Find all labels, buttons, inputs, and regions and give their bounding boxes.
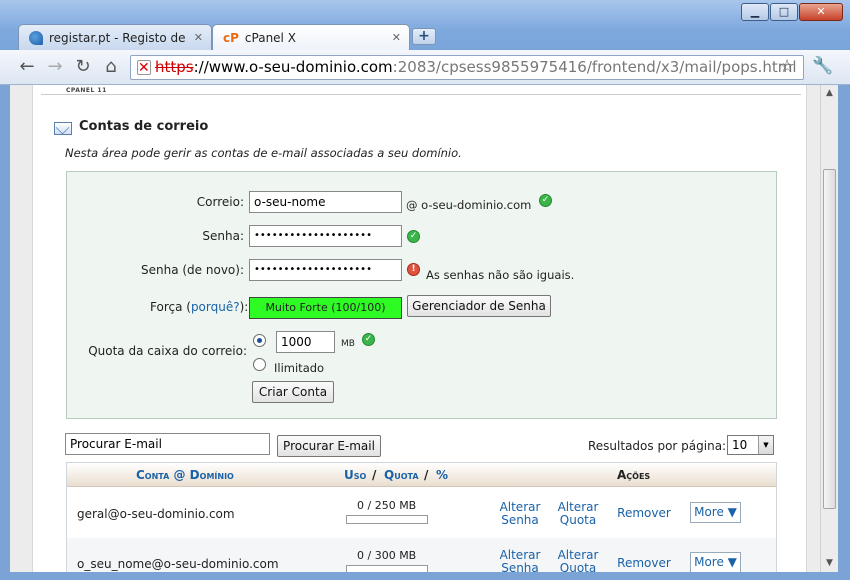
email-valid-check-icon: ✓: [539, 194, 552, 207]
new-tab-button[interactable]: +: [412, 28, 436, 45]
url-scheme: https: [155, 58, 194, 76]
broken-lock-icon: [137, 57, 151, 79]
url-path: :2083/cpsess9855975416/frontend/x3/mail/…: [392, 58, 797, 76]
quota-label: Quota da caixa do correio:: [88, 344, 247, 358]
usage-text: 0 / 250 MB: [357, 499, 417, 512]
table-header: Conta @ Domínio Uso / Quota / % Ações: [67, 463, 776, 487]
window-frame-bottom: [0, 572, 850, 580]
header-actions: Ações: [617, 468, 651, 482]
password-valid-check-icon: ✓: [407, 230, 420, 243]
usage-bar: [346, 515, 428, 524]
header-separator: /: [424, 468, 429, 482]
home-icon[interactable]: ⌂: [100, 56, 122, 78]
add-account-form: Correio: o-seu-nome @ o-seu-dominio.com …: [66, 171, 777, 419]
strength-label-suffix: ):: [239, 300, 249, 314]
password-strength-meter: Muito Forte (100/100): [249, 297, 402, 319]
accounts-table: Conta @ Domínio Uso / Quota / % Ações ge…: [66, 462, 777, 572]
account-email: o_seu_nome@o-seu-dominio.com: [77, 557, 279, 571]
tab-registar[interactable]: registar.pt - Registo de Dom ✕: [18, 24, 212, 50]
cpanel-brand: CPANEL 11: [66, 87, 107, 94]
tab-cpanel[interactable]: cP cPanel X ✕: [212, 24, 410, 50]
reload-icon[interactable]: ↻: [72, 56, 94, 78]
envelope-icon: [54, 122, 72, 135]
maximize-button[interactable]: □: [770, 3, 798, 21]
dropdown-arrow-icon: ▼: [758, 436, 773, 454]
minimize-button[interactable]: ▁: [741, 3, 769, 21]
scroll-down-arrow-icon[interactable]: ▼: [821, 555, 838, 572]
results-per-page-value: 10: [732, 438, 748, 452]
cpanel-favicon-icon: cP: [223, 30, 239, 45]
window-titlebar: ▁ □ ✕ registar.pt - Registo de Dom ✕ cP …: [0, 0, 850, 50]
quota-input[interactable]: 1000: [276, 331, 335, 353]
strength-why-link[interactable]: porquê?: [191, 300, 240, 314]
email-label: Correio:: [196, 195, 244, 209]
create-account-button[interactable]: Criar Conta: [252, 381, 334, 403]
quota-unlimited-radio[interactable]: [253, 358, 266, 371]
strength-label: Força (porquê?):: [150, 300, 248, 314]
domain-suffix: @ o-seu-dominio.com: [406, 198, 532, 212]
registar-favicon-icon: [29, 30, 43, 45]
page-description: Nesta área pode gerir as contas de e-mai…: [65, 146, 462, 160]
close-tab-icon[interactable]: ✕: [194, 31, 203, 44]
quota-limited-radio[interactable]: [253, 334, 266, 347]
cpanel-page: CPANEL 11 Contas de correio Nesta área p…: [32, 85, 807, 572]
search-email-input[interactable]: Procurar E-mail: [65, 433, 270, 455]
usage-text: 0 / 300 MB: [357, 549, 417, 562]
password-label: Senha:: [202, 229, 244, 243]
quota-valid-check-icon: ✓: [362, 333, 375, 346]
header-usage[interactable]: Uso: [344, 468, 366, 482]
account-email: geral@o-seu-dominio.com: [77, 507, 235, 521]
close-window-button[interactable]: ✕: [799, 3, 843, 21]
more-actions-button[interactable]: More ▼: [690, 502, 741, 523]
email-input[interactable]: o-seu-nome: [249, 191, 402, 213]
unlimited-label: Ilimitado: [274, 361, 325, 375]
cpanel-header-strip: CPANEL 11: [41, 85, 801, 95]
browser-toolbar: ← → ↻ ⌂ https://www.o-seu-dominio.com:20…: [0, 50, 850, 85]
password-mismatch-error-icon: !: [407, 263, 420, 276]
tab-title: cPanel X: [244, 30, 296, 45]
password-mismatch-message: As senhas não são iguais.: [426, 268, 575, 282]
password-input[interactable]: ••••••••••••••••••••: [249, 225, 402, 247]
address-bar[interactable]: https://www.o-seu-dominio.com:2083/cpses…: [130, 55, 804, 80]
tab-title: registar.pt - Registo de Dom: [49, 30, 188, 45]
strength-label-prefix: Força (: [150, 300, 191, 314]
scrollbar-thumb[interactable]: [823, 169, 836, 509]
window-controls: ▁ □ ✕: [740, 3, 843, 21]
table-row: o_seu_nome@o-seu-dominio.com 0 / 300 MB …: [67, 538, 776, 572]
results-per-page-label: Resultados por página:: [588, 439, 727, 453]
search-email-button[interactable]: Procurar E-mail: [277, 435, 381, 457]
table-row: geral@o-seu-dominio.com 0 / 250 MB Alter…: [67, 488, 776, 538]
password-again-label: Senha (de novo):: [141, 263, 244, 277]
page-title: Contas de correio: [79, 119, 209, 134]
more-actions-button[interactable]: More ▼: [690, 552, 741, 572]
back-arrow-icon[interactable]: ←: [16, 56, 38, 78]
vertical-scrollbar[interactable]: ▲ ▼: [820, 85, 838, 572]
change-quota-link[interactable]: Alterar Quota: [555, 501, 601, 527]
change-password-link[interactable]: Alterar Senha: [497, 549, 543, 573]
scroll-up-arrow-icon[interactable]: ▲: [821, 85, 838, 102]
url-host: ://www.o-seu-dominio.com: [193, 58, 393, 76]
password-manager-button[interactable]: Gerenciador de Senha: [407, 295, 551, 317]
quota-unit: MB: [341, 339, 355, 349]
password-again-input[interactable]: ••••••••••••••••••••: [249, 259, 402, 281]
bookmark-star-icon[interactable]: ☆: [779, 56, 795, 77]
change-password-link[interactable]: Alterar Senha: [497, 501, 543, 527]
wrench-menu-icon[interactable]: 🔧: [812, 56, 833, 76]
change-quota-link[interactable]: Alterar Quota: [555, 549, 601, 573]
header-separator: /: [372, 468, 377, 482]
header-account-domain[interactable]: Conta @ Domínio: [136, 468, 234, 482]
header-quota[interactable]: Quota: [384, 468, 419, 482]
window-frame-right: [838, 85, 850, 580]
close-tab-icon[interactable]: ✕: [392, 31, 401, 44]
usage-bar: [346, 565, 428, 572]
remove-link[interactable]: Remover: [616, 557, 672, 570]
remove-link[interactable]: Remover: [616, 507, 672, 520]
forward-arrow-icon[interactable]: →: [44, 56, 66, 78]
results-per-page-select[interactable]: 10 ▼: [727, 435, 774, 455]
window-frame-left: [0, 85, 10, 580]
header-percent[interactable]: %: [436, 468, 448, 482]
page-viewport: CPANEL 11 Contas de correio Nesta área p…: [10, 85, 820, 572]
